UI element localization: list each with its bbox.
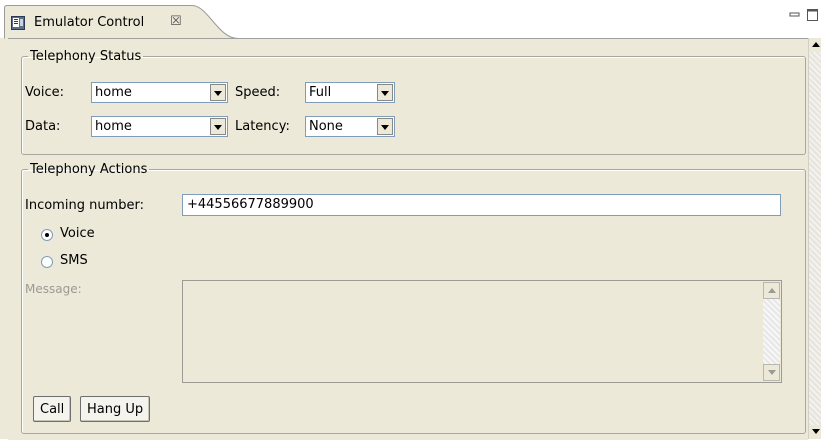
chevron-down-icon[interactable] xyxy=(210,84,226,101)
tab-title: Emulator Control xyxy=(34,15,145,30)
maximize-icon[interactable] xyxy=(806,8,820,22)
voice-select[interactable]: home xyxy=(91,82,228,103)
message-textarea[interactable] xyxy=(182,280,782,383)
sms-radio-label[interactable]: SMS xyxy=(60,253,88,268)
emulator-control-view: Emulator Control ☒ Telephony Status Voic… xyxy=(0,0,821,440)
scroll-up-icon[interactable] xyxy=(809,38,821,52)
voice-radio-label[interactable]: Voice xyxy=(60,226,95,241)
scroll-down-icon[interactable] xyxy=(809,425,821,439)
latency-select[interactable]: None xyxy=(305,116,395,137)
voice-radio[interactable] xyxy=(41,229,53,241)
view-content: Telephony Status Voice: home Speed: Full… xyxy=(8,38,808,440)
close-icon[interactable]: ☒ xyxy=(170,14,182,29)
speed-select[interactable]: Full xyxy=(305,82,395,103)
latency-label: Latency: xyxy=(235,119,290,134)
scroll-down-icon[interactable] xyxy=(763,364,780,381)
speed-select-value: Full xyxy=(309,85,332,100)
chevron-down-icon[interactable] xyxy=(377,118,393,135)
hang-up-button[interactable]: Hang Up xyxy=(80,396,151,422)
view-vertical-scrollbar[interactable] xyxy=(808,38,821,439)
voice-label: Voice: xyxy=(25,85,64,100)
voice-select-value: home xyxy=(95,85,132,100)
scrollbar-track[interactable] xyxy=(809,52,821,425)
incoming-number-field[interactable] xyxy=(182,194,781,216)
telephony-actions-legend: Telephony Actions xyxy=(30,162,148,177)
chevron-down-icon[interactable] xyxy=(210,118,226,135)
chevron-down-icon[interactable] xyxy=(377,84,393,101)
incoming-number-input[interactable] xyxy=(183,195,780,214)
latency-select-value: None xyxy=(309,119,343,134)
message-label: Message: xyxy=(25,282,82,296)
message-scrollbar[interactable] xyxy=(763,282,780,381)
scroll-up-icon[interactable] xyxy=(763,282,780,299)
minimize-icon[interactable] xyxy=(788,8,802,22)
speed-label: Speed: xyxy=(235,85,281,100)
incoming-number-label: Incoming number: xyxy=(25,198,144,213)
call-button[interactable]: Call xyxy=(33,396,72,422)
view-tab-bar: Emulator Control ☒ xyxy=(0,0,821,39)
data-select[interactable]: home xyxy=(91,116,228,137)
sms-radio[interactable] xyxy=(41,256,53,268)
telephony-status-legend: Telephony Status xyxy=(30,49,142,64)
emulator-control-icon xyxy=(10,15,26,31)
data-label: Data: xyxy=(25,119,61,134)
data-select-value: home xyxy=(95,119,132,134)
